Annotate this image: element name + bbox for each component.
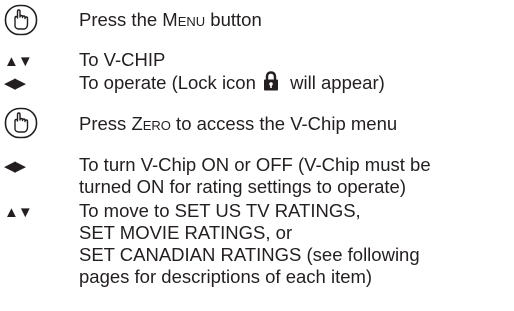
- step-text: To turn V-Chip ON or OFF (V-Chip must be…: [79, 154, 431, 198]
- text-before: Press the: [79, 9, 163, 30]
- step-text: To move to SET US TV RATINGS, SET MOVIE …: [79, 200, 420, 288]
- left-right-arrows-icon: ◀▶: [4, 75, 26, 92]
- zero-key-label: Zero: [131, 113, 171, 134]
- lock-icon: [263, 71, 279, 96]
- pointing-hand-icon: [4, 4, 38, 36]
- menu-key-label: Menu: [162, 9, 206, 30]
- step-text: Press Zero to access the V-Chip menu: [79, 113, 397, 135]
- up-down-arrows-icon: ▲▼: [4, 53, 33, 70]
- step-text: Press the Menu button: [79, 9, 262, 31]
- text-before: To operate (Lock icon: [79, 72, 256, 93]
- pointing-hand-icon: [4, 107, 38, 139]
- text-line: To turn V-Chip ON or OFF (V-Chip must be: [79, 154, 431, 175]
- left-right-arrows-icon: ◀▶: [4, 158, 26, 175]
- text-after: button: [205, 9, 262, 30]
- text-line: To move to SET US TV RATINGS,: [79, 200, 361, 221]
- text-after: to access the V-Chip menu: [170, 113, 398, 134]
- up-down-arrows-icon: ▲▼: [4, 204, 33, 221]
- text-before: Press: [79, 113, 132, 134]
- text-line: turned ON for rating settings to operate…: [79, 176, 407, 197]
- step-text: To V-CHIP: [79, 49, 166, 70]
- text-line: SET MOVIE RATINGS, or: [79, 222, 293, 243]
- step-text: To operate (Lock icon will appear): [79, 71, 385, 96]
- text-after: will appear): [285, 72, 385, 93]
- text-line: pages for descriptions of each item): [79, 266, 373, 287]
- text-line: SET CANADIAN RATINGS (see following: [79, 244, 420, 265]
